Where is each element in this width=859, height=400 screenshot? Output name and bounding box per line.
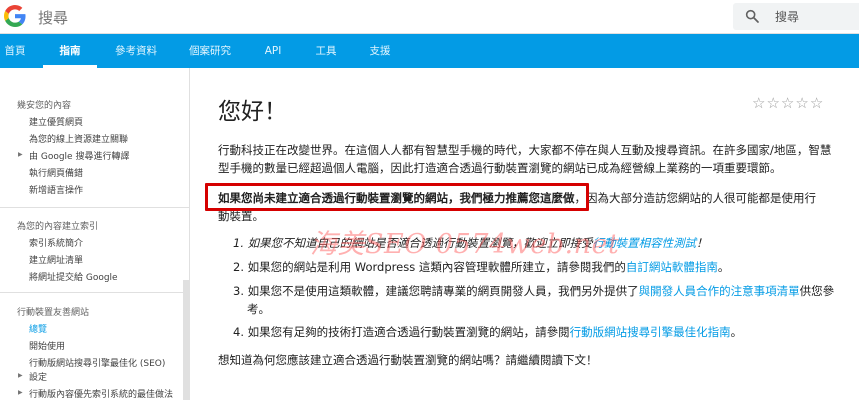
steps-list: 1. 如果您不知道自己的網站是否適合透過行動裝置瀏覽，歡迎立即接受行動裝置相容性… [233,235,841,345]
list-text-after: ！ [696,236,708,250]
sidebar-heading: 為您的內容建立索引 [17,222,99,232]
list-text: 如果您有足夠的技術打造適合透過行動裝置瀏覽的網站，請參閱 [247,325,570,339]
list-item: 1. 如果您不知道自己的網站是否適合透過行動裝置瀏覽，歡迎立即接受行動裝置相容性… [233,235,841,253]
recommendation-rest: ，因為大部分造訪您網站的人很可能都是使用行 [574,191,817,205]
sidebar-item[interactable]: 執行網頁備錯 [29,166,83,179]
tab-tools[interactable]: 工具 [308,34,344,68]
list-text: 如果您不是使用這類軟體，建議您聘請專業的網頁開發人員，我們另外提供了 [247,284,639,298]
sidebar-item[interactable]: 為您的線上資源建立關聯 [29,132,128,145]
google-logo-icon[interactable] [4,5,26,27]
list-item: 3. 如果您不是使用這類軟體，建議您聘請專業的網頁開發人員，我們另外提供了與開發… [233,283,841,318]
tab-case-studies[interactable]: 個案研究 [182,34,238,68]
sidebar-item[interactable]: 建立優質網頁 [29,115,83,128]
star-icon[interactable]: ☆ [752,95,765,111]
sidebar-heading: 幾安您的內容 [17,101,72,111]
sidebar-heading: 行動裝置友善網站 [17,308,90,318]
sidebar-item[interactable]: 行動版網站搜尋引擎最佳化 (SEO) [29,356,165,369]
list-number: 3. [233,284,244,298]
search-input[interactable] [775,7,855,26]
list-number: 1. [233,236,244,250]
expand-arrow-icon[interactable]: ▶ [18,389,23,396]
star-icon[interactable]: ☆ [810,95,823,111]
sidebar-divider [0,207,189,208]
sidebar-item[interactable]: 設定 [29,370,47,383]
developer-checklist-link[interactable]: 與開發人員合作的注意事項清單 [639,284,800,298]
star-icon[interactable]: ☆ [781,95,794,111]
highlight-annotation-box [205,183,589,211]
website-software-guide-link[interactable]: 自訂網站軟體指南 [626,260,718,274]
mobile-seo-guide-link[interactable]: 行動版網站搜尋引擎最佳化指南 [570,325,731,339]
sidebar-scrollbar[interactable] [183,280,189,400]
page-title: 您好！ [218,99,287,125]
list-text: 如果您不知道自己的網站是否適合透過行動裝置瀏覽，歡迎立即接受 [247,236,593,250]
star-icon[interactable]: ☆ [795,95,808,111]
main-nav: 首頁 指南 參考資料 個案研究 API 工具 支援 [0,34,859,68]
list-item: 4. 如果您有足夠的技術打造適合透過行動裝置瀏覽的網站，請參閱行動版網站搜尋引擎… [233,324,841,342]
list-number: 2. [233,260,244,274]
list-text-after: 。 [730,325,743,339]
sidebar-item[interactable]: 新增語言操作 [29,183,83,196]
mobile-friendly-test-link[interactable]: 行動裝置相容性測試 [593,236,697,250]
sidebar-item-active[interactable]: 總覽 [29,322,47,335]
tab-reference[interactable]: 參考資料 [108,34,164,68]
sidebar-item[interactable]: 行動版內容優先索引系統的最佳做法 [29,387,173,400]
rating-stars: ☆ ☆ ☆ ☆ ☆ [752,95,842,111]
search-icon[interactable] [744,8,760,24]
star-icon[interactable]: ☆ [766,95,779,111]
list-text-after: 。 [717,260,730,274]
site-search-label[interactable]: 搜尋 [38,7,68,28]
search-box[interactable] [733,3,859,30]
list-number: 4. [233,325,244,339]
tab-api[interactable]: API [256,34,290,68]
top-search-bar: 搜尋 [0,0,859,34]
list-item: 2. 如果您的網站是利用 Wordpress 這類內容管理軟體所建立，請參閱我們… [233,259,841,277]
tab-guides[interactable]: 指南 [43,34,97,68]
sidebar-divider [0,292,189,293]
sidebar-item[interactable]: 由 Google 搜尋進行轉譯 [29,149,129,162]
sidebar-item[interactable]: 將網址提交給 Google [29,270,118,283]
sidebar-item[interactable]: 開始使用 [29,339,65,352]
closing-paragraph: 想知道為何您應該建立適合透過行動裝置瀏覽的網站嗎？請繼續閱讀下文！ [218,353,598,367]
list-text-after: 供您參 [799,284,835,298]
list-text-line2: 考。 [247,301,270,316]
tab-home[interactable]: 首頁 [0,34,30,68]
list-text: 如果您的網站是利用 Wordpress 這類內容管理軟體所建立，請參閱我們的 [247,260,626,274]
expand-arrow-icon[interactable]: ▶ [18,151,23,158]
sidebar-item[interactable]: 索引系統簡介 [29,236,83,249]
expand-arrow-icon[interactable]: ▶ [18,372,23,379]
sidebar-item[interactable]: 建立網址清單 [29,253,83,266]
intro-paragraph: 行動科技正在改變世界。在這個人人都有智慧型手機的時代，大家都不停在與人互動及搜尋… [218,143,832,175]
tab-support[interactable]: 支援 [362,34,398,68]
sidebar: 幾安您的內容 建立優質網頁 為您的線上資源建立關聯 ▶ 由 Google 搜尋進… [0,68,190,400]
